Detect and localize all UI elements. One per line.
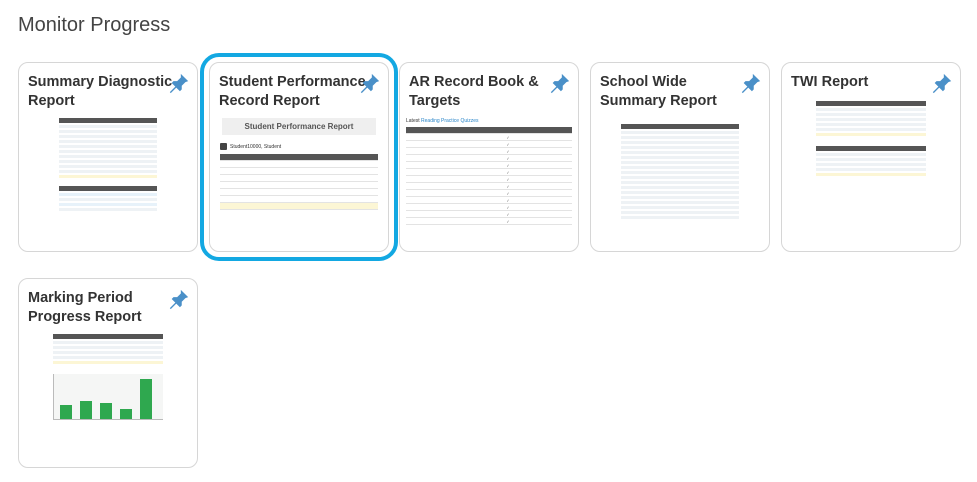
report-thumbnail (621, 118, 739, 241)
pushpin-icon[interactable] (740, 72, 762, 94)
chart-bar (140, 379, 152, 419)
pushpin-icon[interactable] (549, 72, 571, 94)
card-title: Marking Period Progress Report (28, 290, 142, 325)
card-marking-period-progress-report[interactable]: Marking Period Progress Report (18, 278, 198, 468)
chart-bar (60, 405, 72, 419)
thumbnail-table: ✓ ✓ ✓ ✓ ✓ ✓ ✓ ✓ ✓ ✓ ✓ ✓ ✓ (406, 127, 572, 225)
thumbnail-student-name: Student10000, Student (230, 143, 282, 150)
card-title: AR Record Book & Targets (409, 74, 539, 109)
thumbnail-label: Latest (406, 118, 420, 124)
report-thumbnail (816, 101, 926, 241)
report-thumbnail: Latest Reading Practice Quizzes ✓ ✓ ✓ ✓ … (406, 118, 572, 241)
thumbnail-link: Reading Practice Quizzes (421, 118, 479, 124)
pushpin-icon[interactable] (359, 72, 381, 94)
pushpin-icon[interactable] (931, 72, 953, 94)
pushpin-icon[interactable] (168, 72, 190, 94)
thumbnail-table (220, 154, 378, 210)
card-school-wide-summary-report[interactable]: School Wide Summary Report (590, 62, 770, 252)
report-thumbnail (53, 334, 163, 457)
card-student-performance-record-report[interactable]: Student Performance Record Report Studen… (200, 53, 398, 261)
student-icon (220, 143, 227, 150)
card-twi-report[interactable]: TWI Report (781, 62, 961, 252)
report-thumbnail: Student Performance Report Student10000,… (220, 118, 378, 241)
chart-bar (80, 401, 92, 419)
card-ar-record-book-targets[interactable]: AR Record Book & Targets Latest Reading … (399, 62, 579, 252)
card-title: Summary Diagnostic Report (28, 74, 173, 109)
report-thumbnail (59, 118, 157, 241)
card-title: School Wide Summary Report (600, 74, 717, 109)
thumbnail-banner: Student Performance Report (222, 118, 376, 135)
card-summary-diagnostic-report[interactable]: Summary Diagnostic Report (18, 62, 198, 252)
chart-bar (120, 409, 132, 419)
card-title: TWI Report (791, 74, 869, 90)
thumbnail-bar-chart (53, 374, 163, 420)
section-title: Monitor Progress (18, 14, 171, 36)
chart-bar (100, 403, 112, 419)
pushpin-icon[interactable] (168, 288, 190, 310)
card-title: Student Performance Record Report (219, 74, 366, 109)
